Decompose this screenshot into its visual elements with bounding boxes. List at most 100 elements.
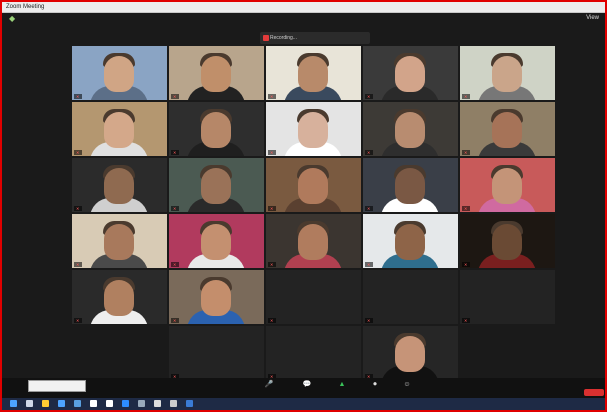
chat-popup[interactable] (28, 380, 86, 392)
participant-face (395, 56, 425, 92)
taskbar-app-icon[interactable] (122, 400, 129, 407)
participant-face (395, 168, 425, 204)
participant-face (395, 336, 425, 372)
muted-mic-icon: ✕ (76, 262, 80, 267)
participant-tile[interactable]: ✕ (266, 214, 361, 268)
muted-mic-icon: ✕ (464, 206, 468, 211)
participant-tile[interactable]: ✕ (266, 326, 361, 380)
participant-name-label: ✕ (462, 206, 471, 211)
taskbar-app-icon[interactable] (10, 400, 17, 407)
participant-face (298, 224, 328, 260)
muted-mic-icon: ✕ (367, 318, 371, 323)
participant-tile[interactable]: ✕ (363, 158, 458, 212)
participant-tile[interactable]: ✕ (460, 158, 555, 212)
taskbar (2, 398, 605, 410)
mic-icon: 🎤 (264, 381, 274, 388)
participant-name-label: ✕ (171, 206, 180, 211)
participant-tile[interactable]: ✕ (266, 270, 361, 324)
muted-mic-icon: ✕ (76, 94, 80, 99)
participant-tile[interactable]: ✕ (363, 46, 458, 100)
participant-tile[interactable]: ✕ (460, 270, 555, 324)
participant-tile[interactable]: ✕ (363, 270, 458, 324)
recording-banner: Recording... (260, 32, 370, 44)
participant-tile[interactable]: ✕ (363, 326, 458, 380)
taskbar-app-icon[interactable] (74, 400, 81, 407)
muted-mic-icon: ✕ (173, 262, 177, 267)
participant-tile[interactable]: ✕ (169, 214, 264, 268)
meeting-controls-bar: 🎤 💬 ▲ ⏺ ☺ (2, 378, 605, 398)
share-screen-icon: ▲ (338, 381, 346, 388)
participant-face (201, 112, 231, 148)
participant-face (298, 56, 328, 92)
participant-tile[interactable]: ✕ (169, 270, 264, 324)
record-button[interactable]: ⏺ (360, 380, 390, 389)
participant-face (201, 224, 231, 260)
participant-face (104, 224, 134, 260)
participant-tile[interactable]: ✕ (460, 102, 555, 156)
participant-name-label: ✕ (365, 150, 374, 155)
participant-name-label: ✕ (74, 262, 83, 267)
participant-tile[interactable]: ✕ (169, 102, 264, 156)
taskbar-app-icon[interactable] (106, 400, 113, 407)
chat-icon: 💬 (302, 381, 312, 388)
participant-tile[interactable]: ✕ (363, 102, 458, 156)
view-button[interactable]: View (586, 15, 599, 21)
participant-face (104, 280, 134, 316)
muted-mic-icon: ✕ (367, 94, 371, 99)
participant-tile[interactable]: ✕ (72, 46, 167, 100)
participant-name-label: ✕ (462, 94, 471, 99)
participant-tile[interactable]: ✕ (169, 158, 264, 212)
participant-face (395, 112, 425, 148)
participant-tile[interactable]: ✕ (72, 214, 167, 268)
participant-tile[interactable]: ✕ (460, 46, 555, 100)
participant-tile[interactable]: ✕ (169, 326, 264, 380)
participant-face (492, 224, 522, 260)
title-bar: Zoom Meeting (2, 2, 605, 13)
participant-name-label: ✕ (171, 94, 180, 99)
participant-tile[interactable]: ✕ (72, 158, 167, 212)
taskbar-app-icon[interactable] (90, 400, 97, 407)
leave-button[interactable] (584, 389, 604, 396)
participant-tile[interactable]: ✕ (72, 270, 167, 324)
muted-mic-icon: ✕ (367, 206, 371, 211)
participant-tile[interactable]: ✕ (266, 158, 361, 212)
window-title: Zoom Meeting (6, 4, 45, 10)
participant-name-label: ✕ (171, 150, 180, 155)
participant-tile[interactable]: ✕ (266, 46, 361, 100)
chat-button[interactable]: 💬 (292, 380, 322, 389)
participant-tile[interactable]: ✕ (169, 46, 264, 100)
participant-face (201, 280, 231, 316)
taskbar-app-icon[interactable] (26, 400, 33, 407)
taskbar-app-icon[interactable] (42, 400, 49, 407)
participant-face (104, 112, 134, 148)
taskbar-app-icon[interactable] (170, 400, 177, 407)
top-row: ◆ View (2, 13, 605, 27)
taskbar-app-icon[interactable] (58, 400, 65, 407)
muted-mic-icon: ✕ (76, 318, 80, 323)
muted-mic-icon: ✕ (270, 150, 274, 155)
share-screen-button[interactable]: ▲ (327, 380, 357, 389)
taskbar-app-icon[interactable] (154, 400, 161, 407)
recording-text: Recording... (270, 35, 297, 41)
participant-tile[interactable]: ✕ (72, 102, 167, 156)
participant-tile[interactable]: ✕ (460, 214, 555, 268)
muted-mic-icon: ✕ (76, 206, 80, 211)
taskbar-app-icon[interactable] (138, 400, 145, 407)
muted-mic-icon: ✕ (270, 206, 274, 211)
muted-mic-icon: ✕ (464, 150, 468, 155)
participant-face (492, 112, 522, 148)
reactions-icon: ☺ (403, 381, 411, 388)
participant-face (298, 168, 328, 204)
reactions-button[interactable]: ☺ (392, 380, 422, 389)
muted-mic-icon: ✕ (173, 94, 177, 99)
participant-name-label: ✕ (74, 206, 83, 211)
participant-face (492, 168, 522, 204)
record-indicator-icon (263, 35, 269, 41)
participant-tile[interactable]: ✕ (266, 102, 361, 156)
participant-tile[interactable]: ✕ (363, 214, 458, 268)
shield-icon[interactable]: ◆ (9, 15, 17, 23)
participant-name-label: ✕ (462, 150, 471, 155)
mic-button[interactable]: 🎤 (254, 380, 284, 389)
participant-face (104, 168, 134, 204)
taskbar-app-icon[interactable] (186, 400, 193, 407)
